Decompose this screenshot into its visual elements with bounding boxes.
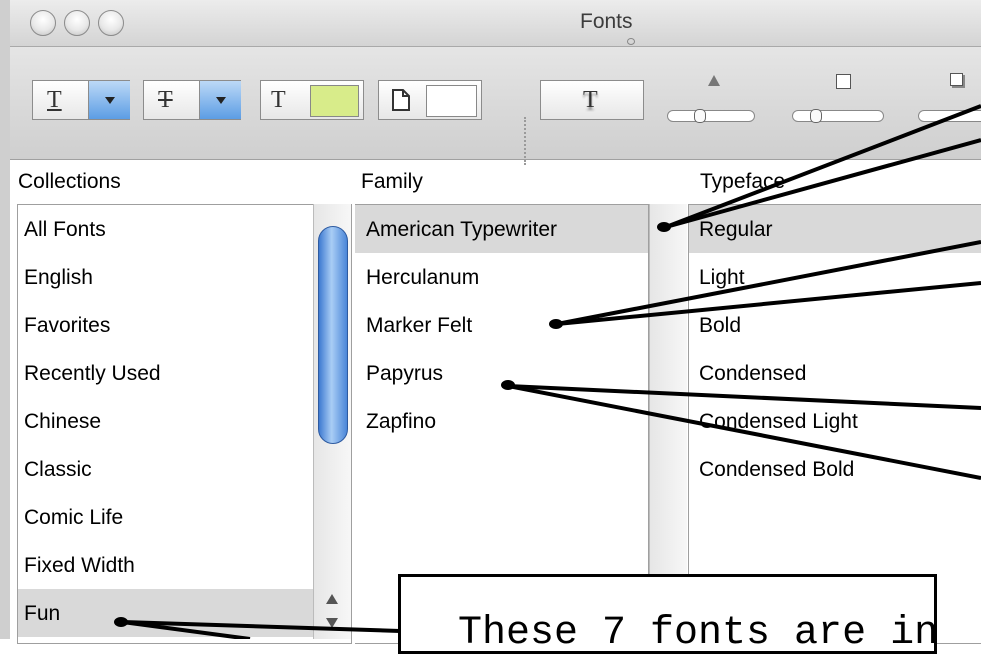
annotation-callout: These 7 fonts are in [398, 574, 939, 656]
annotation-line [665, 104, 981, 229]
annotation-line [665, 138, 981, 229]
annotation-line [507, 384, 981, 410]
annotation-pointer [114, 617, 128, 627]
annotation-pointer [657, 222, 671, 232]
annotation-pointer [501, 380, 515, 390]
annotation-line [507, 384, 981, 480]
annotation-line [556, 240, 981, 326]
annotation-arrows [114, 104, 981, 639]
annotation-line [556, 281, 981, 326]
annotation-pointer [549, 319, 563, 329]
annotation-text: These 7 fonts are in [458, 611, 939, 656]
